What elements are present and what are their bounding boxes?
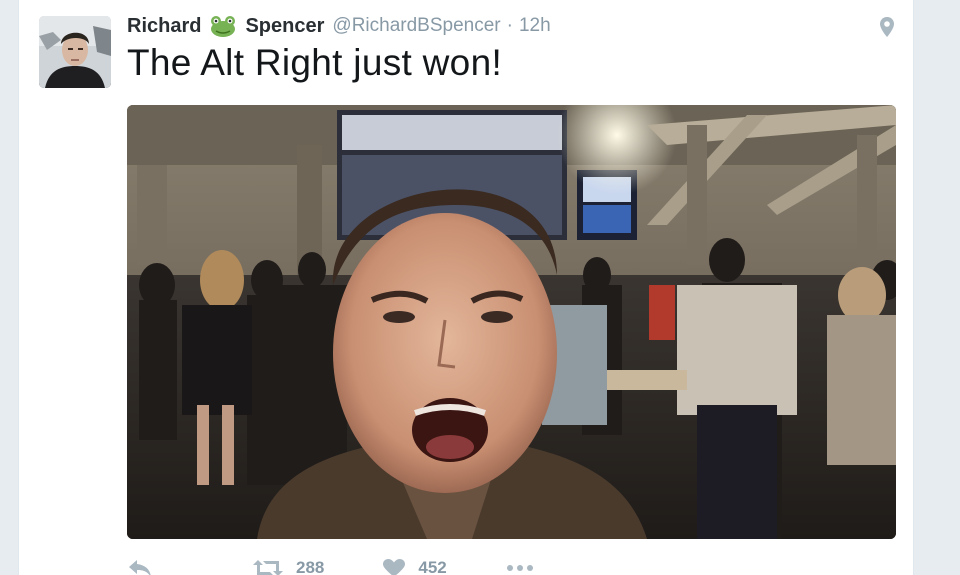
reply-button[interactable] [127, 558, 157, 575]
more-button[interactable] [505, 563, 535, 573]
author-name-last[interactable]: Spencer [245, 15, 324, 38]
reply-icon [127, 558, 153, 575]
like-count: 452 [418, 558, 447, 575]
avatar[interactable] [39, 16, 111, 88]
author-handle[interactable]: @RichardBSpencer [332, 15, 500, 37]
more-dots-icon [505, 563, 535, 573]
tweet-card: Richard Spencer @RichardBSpencer · 12h T… [18, 0, 914, 575]
retweet-icon [252, 558, 284, 575]
retweet-count: 288 [296, 558, 325, 575]
frog-icon [209, 15, 237, 37]
header-separator: · [506, 15, 513, 36]
like-button[interactable]: 452 [382, 558, 447, 575]
tweet-actions: 288 452 [127, 555, 535, 575]
tweet-timestamp[interactable]: 12h [519, 15, 551, 37]
tweet-text: The Alt Right just won! [127, 42, 503, 83]
tweet-header: Richard Spencer @RichardBSpencer · 12h [127, 12, 551, 40]
tweet-photo[interactable] [127, 105, 896, 539]
retweet-button[interactable]: 288 [252, 558, 324, 575]
heart-icon [382, 558, 406, 575]
author-name-first[interactable]: Richard [127, 15, 201, 38]
location-pin-icon[interactable] [879, 16, 895, 38]
